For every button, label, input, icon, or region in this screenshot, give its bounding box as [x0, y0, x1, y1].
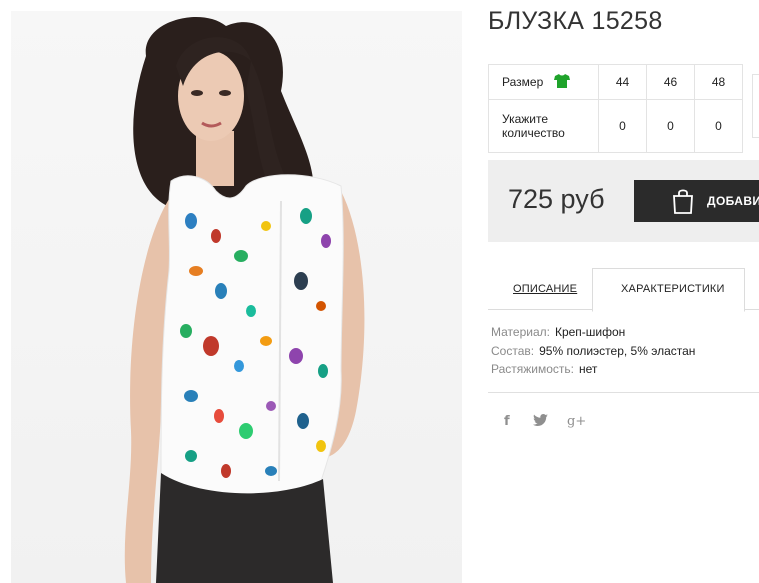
- characteristic-key: Материал:: [491, 325, 550, 339]
- characteristic-row: Состав: 95% полиэстер, 5% эластан: [491, 344, 695, 358]
- product-title: БЛУЗКА 15258: [488, 7, 663, 35]
- product-price: 725 руб: [508, 184, 605, 214]
- size-option-44[interactable]: 44: [598, 64, 647, 100]
- add-to-cart-button[interactable]: ДОБАВИТЬ: [634, 180, 759, 222]
- characteristic-value: 95% полиэстер, 5% эластан: [539, 344, 696, 358]
- quantity-input-44[interactable]: 0: [598, 99, 647, 153]
- product-image[interactable]: [11, 11, 462, 583]
- characteristic-row: Растяжимость: нет: [491, 362, 597, 376]
- quantity-label-line1: Укажите: [502, 112, 549, 126]
- size-label: Размер: [502, 75, 544, 89]
- characteristic-value: нет: [579, 362, 598, 376]
- characteristic-row: Материал: Креп-шифон: [491, 325, 625, 339]
- quantity-input-48[interactable]: 0: [694, 99, 743, 153]
- size-option-46[interactable]: 46: [646, 64, 695, 100]
- size-row: Размер 44 46 48: [488, 64, 743, 100]
- googleplus-icon[interactable]: g+: [567, 414, 586, 429]
- quantity-label-line2: количество: [502, 126, 565, 140]
- characteristic-value: Креп-шифон: [554, 325, 626, 339]
- divider: [488, 392, 759, 393]
- facebook-icon[interactable]: f: [504, 414, 510, 429]
- size-label-cell: Размер: [488, 64, 599, 100]
- side-panel-edge: [752, 74, 759, 138]
- characteristic-key: Состав:: [491, 344, 535, 358]
- add-to-cart-label: ДОБАВИТЬ: [707, 194, 759, 208]
- quantity-label-cell: Укажите количество: [488, 99, 599, 153]
- quantity-row: Укажите количество 0 0 0: [488, 99, 743, 153]
- tshirt-icon[interactable]: [553, 73, 570, 91]
- twitter-icon[interactable]: [533, 414, 548, 429]
- characteristic-key: Растяжимость:: [491, 362, 575, 376]
- shopping-bag-icon: [672, 188, 694, 219]
- quantity-input-46[interactable]: 0: [646, 99, 695, 153]
- tab-description[interactable]: ОПИСАНИЕ: [513, 283, 577, 295]
- price-panel: 725 руб ДОБАВИТЬ: [488, 160, 759, 242]
- size-option-48[interactable]: 48: [694, 64, 743, 100]
- tab-characteristics-label[interactable]: ХАРАКТЕРИСТИКИ: [621, 283, 725, 295]
- size-table: Размер 44 46 48 Укажите количество 0 0 0: [488, 64, 743, 153]
